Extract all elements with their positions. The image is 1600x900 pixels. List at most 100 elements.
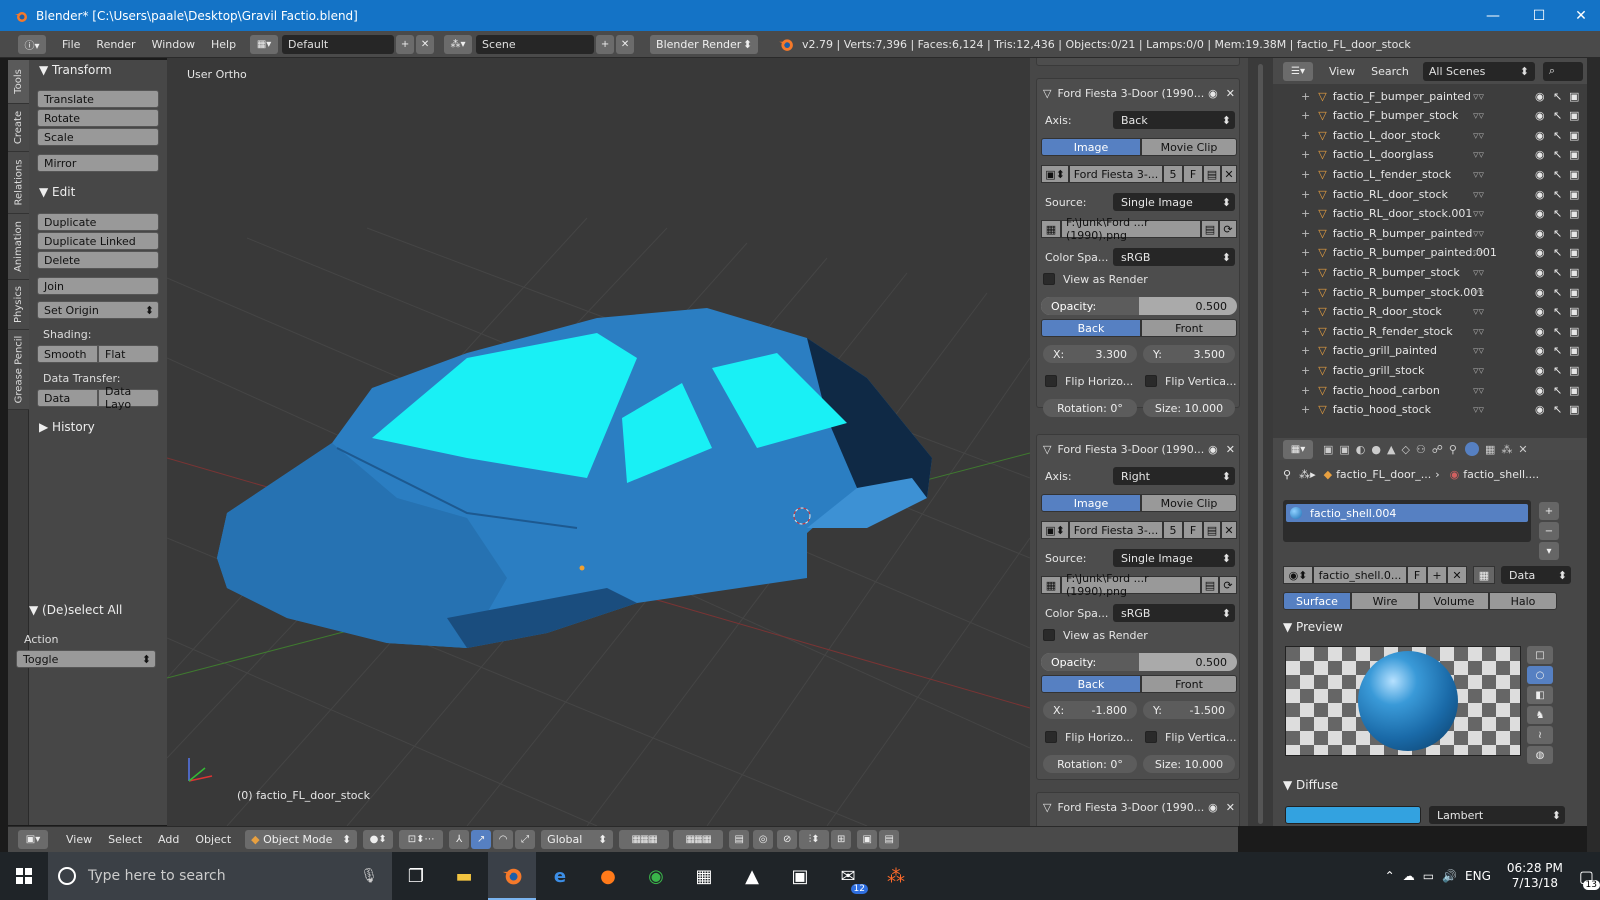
duplicate-linked-button[interactable]: Duplicate Linked bbox=[37, 232, 159, 250]
flat-button[interactable]: Flat bbox=[98, 345, 159, 363]
notifications-icon[interactable]: ▢ 13 bbox=[1579, 867, 1600, 890]
language-indicator[interactable]: ENG bbox=[1465, 869, 1491, 883]
eye-icon[interactable]: ◉ bbox=[1208, 443, 1218, 456]
folder-icon[interactable]: ▤ bbox=[1201, 576, 1219, 594]
tab-halo[interactable]: Halo bbox=[1489, 592, 1557, 610]
diffuse-shader-select[interactable]: Lambert ⬍ bbox=[1429, 806, 1565, 824]
render-camera-icon[interactable]: ▣ bbox=[1569, 129, 1579, 142]
eye-icon[interactable]: ◉ bbox=[1535, 364, 1545, 377]
expand-plus-icon[interactable]: + bbox=[1301, 109, 1310, 122]
eye-icon[interactable]: ◉ bbox=[1535, 325, 1545, 338]
folder-icon[interactable]: ▤ bbox=[1203, 165, 1221, 183]
remove-scene-icon[interactable]: ✕ bbox=[616, 34, 635, 54]
render-camera-icon[interactable]: ▣ bbox=[1569, 188, 1579, 201]
reload-icon[interactable]: ⟳ bbox=[1219, 576, 1237, 594]
cursor-select-icon[interactable]: ↖ bbox=[1553, 305, 1562, 318]
expand-plus-icon[interactable]: + bbox=[1301, 168, 1310, 181]
image-name-field[interactable]: Ford Fiesta 3-... bbox=[1069, 165, 1163, 183]
expand-plus-icon[interactable]: + bbox=[1301, 246, 1310, 259]
outliner-row[interactable]: + ▽ factio_R_bumper_stock ▿▿ ◉ ↖ ▣ bbox=[1273, 262, 1587, 282]
eye-icon[interactable]: ◉ bbox=[1535, 90, 1545, 103]
data-layout-button[interactable]: Data Layo bbox=[98, 385, 159, 411]
pin-icon[interactable]: ⚲ bbox=[1283, 468, 1291, 481]
back-toggle[interactable]: Back bbox=[1041, 319, 1141, 337]
manipulator-toggle-icon[interactable]: ⅄ bbox=[449, 830, 470, 849]
axis-select[interactable]: Back ⬍ bbox=[1113, 111, 1235, 129]
render-camera-icon[interactable]: ▣ bbox=[1569, 286, 1579, 299]
menu-view[interactable]: View bbox=[58, 833, 100, 846]
file-explorer-icon[interactable]: ▬ bbox=[440, 852, 488, 900]
material-name-field[interactable]: factio_shell.0... bbox=[1313, 566, 1407, 584]
view-as-render-checkbox[interactable]: View as Render bbox=[1043, 270, 1235, 288]
add-slot-icon[interactable]: + bbox=[1539, 502, 1559, 520]
outliner-row[interactable]: + ▽ factio_F_bumper_stock ▿▿ ◉ ↖ ▣ bbox=[1273, 106, 1587, 126]
cursor-select-icon[interactable]: ↖ bbox=[1553, 148, 1562, 161]
flip-vertical-checkbox[interactable]: Flip Vertica... bbox=[1145, 728, 1241, 746]
cursor-select-icon[interactable]: ↖ bbox=[1553, 227, 1562, 240]
translate-button[interactable]: Translate bbox=[37, 90, 159, 108]
maximize-button[interactable]: ☐ bbox=[1516, 0, 1562, 31]
eye-icon[interactable]: ◉ bbox=[1535, 246, 1545, 259]
eye-icon[interactable]: ◉ bbox=[1535, 168, 1545, 181]
render-animation-icon[interactable]: ▤ bbox=[879, 830, 900, 849]
rotation-field[interactable]: Rotation: 0° bbox=[1043, 399, 1137, 417]
colorspace-select[interactable]: sRGB ⬍ bbox=[1113, 604, 1235, 622]
close-button[interactable]: ✕ bbox=[1562, 0, 1600, 31]
colorspace-select[interactable]: sRGB ⬍ bbox=[1113, 248, 1235, 266]
edit-panel-header[interactable]: ▼ Edit bbox=[29, 182, 167, 202]
data-transfer-button[interactable]: Data bbox=[37, 389, 98, 407]
mirror-button[interactable]: Mirror bbox=[37, 154, 159, 172]
eye-icon[interactable]: ◉ bbox=[1535, 129, 1545, 142]
delete-button[interactable]: Delete bbox=[37, 251, 159, 269]
outliner-row[interactable]: + ▽ factio_RL_door_stock.001 ▿▿ ◉ ↖ ▣ bbox=[1273, 204, 1587, 224]
menu-help[interactable]: Help bbox=[203, 38, 244, 51]
outliner-row[interactable]: + ▽ factio_grill_stock ▿▿ ◉ ↖ ▣ bbox=[1273, 360, 1587, 380]
properties-scrollbar[interactable] bbox=[1248, 58, 1273, 826]
outliner-row[interactable]: + ▽ factio_hood_carbon ▿▿ ◉ ↖ ▣ bbox=[1273, 380, 1587, 400]
scene-field[interactable]: Scene bbox=[476, 34, 595, 54]
image-browse-icon[interactable]: ▣⬍ bbox=[1041, 521, 1069, 539]
cursor-select-icon[interactable]: ↖ bbox=[1553, 266, 1562, 279]
folder-icon[interactable]: ▤ bbox=[1203, 521, 1221, 539]
preview-hair-icon[interactable]: ≀ bbox=[1527, 726, 1553, 744]
cursor-select-icon[interactable]: ↖ bbox=[1553, 286, 1562, 299]
render-camera-icon[interactable]: ▣ bbox=[1569, 227, 1579, 240]
blender-taskbar-icon[interactable] bbox=[488, 852, 536, 900]
expand-plus-icon[interactable]: + bbox=[1301, 403, 1310, 416]
outliner-row[interactable]: + ▽ factio_hood_stock ▿▿ ◉ ↖ ▣ bbox=[1273, 400, 1587, 420]
eye-icon[interactable]: ◉ bbox=[1535, 109, 1545, 122]
scale-button[interactable]: Scale bbox=[37, 128, 159, 146]
render-camera-icon[interactable]: ▣ bbox=[1569, 266, 1579, 279]
clock[interactable]: 06:28 PM 7/13/18 bbox=[1507, 861, 1563, 891]
image-toggle[interactable]: Image bbox=[1041, 138, 1141, 156]
image-toggle[interactable]: Image bbox=[1041, 494, 1141, 512]
diffuse-panel-header[interactable]: ▼ Diffuse bbox=[1283, 778, 1338, 792]
menu-add[interactable]: Add bbox=[150, 833, 187, 846]
render-camera-icon[interactable]: ▣ bbox=[1569, 384, 1579, 397]
preview-world-icon[interactable]: ◍ bbox=[1527, 746, 1553, 764]
cursor-select-icon[interactable]: ↖ bbox=[1553, 364, 1562, 377]
preview-monkey-icon[interactable]: ♞ bbox=[1527, 706, 1553, 724]
image-browse-icon[interactable]: ▣⬍ bbox=[1041, 165, 1069, 183]
preview-panel-header[interactable]: ▼ Preview bbox=[1283, 620, 1343, 634]
outliner-row[interactable]: + ▽ factio_grill_painted ▿▿ ◉ ↖ ▣ bbox=[1273, 341, 1587, 361]
render-camera-icon[interactable]: ▣ bbox=[1569, 364, 1579, 377]
eye-icon[interactable]: ◉ bbox=[1535, 148, 1545, 161]
history-panel-header[interactable]: ▶ History bbox=[29, 417, 167, 437]
render-camera-icon[interactable]: ▣ bbox=[1569, 148, 1579, 161]
eye-icon[interactable]: ◉ bbox=[1535, 344, 1545, 357]
fake-user-toggle[interactable]: F bbox=[1183, 521, 1203, 539]
expand-plus-icon[interactable]: + bbox=[1301, 90, 1310, 103]
rotate-manipulator-icon[interactable]: ◠ bbox=[493, 830, 514, 849]
rotate-button[interactable]: Rotate bbox=[37, 109, 159, 127]
opacity-slider[interactable]: Opacity: 0.500 bbox=[1041, 653, 1237, 671]
material-slot-list[interactable]: factio_shell.004 bbox=[1283, 500, 1531, 542]
remove-bg-icon[interactable]: ✕ bbox=[1226, 87, 1235, 100]
remove-bg-icon[interactable]: ✕ bbox=[1226, 443, 1235, 456]
flip-horizontal-checkbox[interactable]: Flip Horizo... bbox=[1045, 728, 1141, 746]
expand-plus-icon[interactable]: + bbox=[1301, 286, 1310, 299]
cursor-select-icon[interactable]: ↖ bbox=[1553, 246, 1562, 259]
view-as-render-checkbox[interactable]: View as Render bbox=[1043, 626, 1235, 644]
eye-icon[interactable]: ◉ bbox=[1535, 384, 1545, 397]
preview-flat-icon[interactable]: □ bbox=[1527, 646, 1553, 664]
